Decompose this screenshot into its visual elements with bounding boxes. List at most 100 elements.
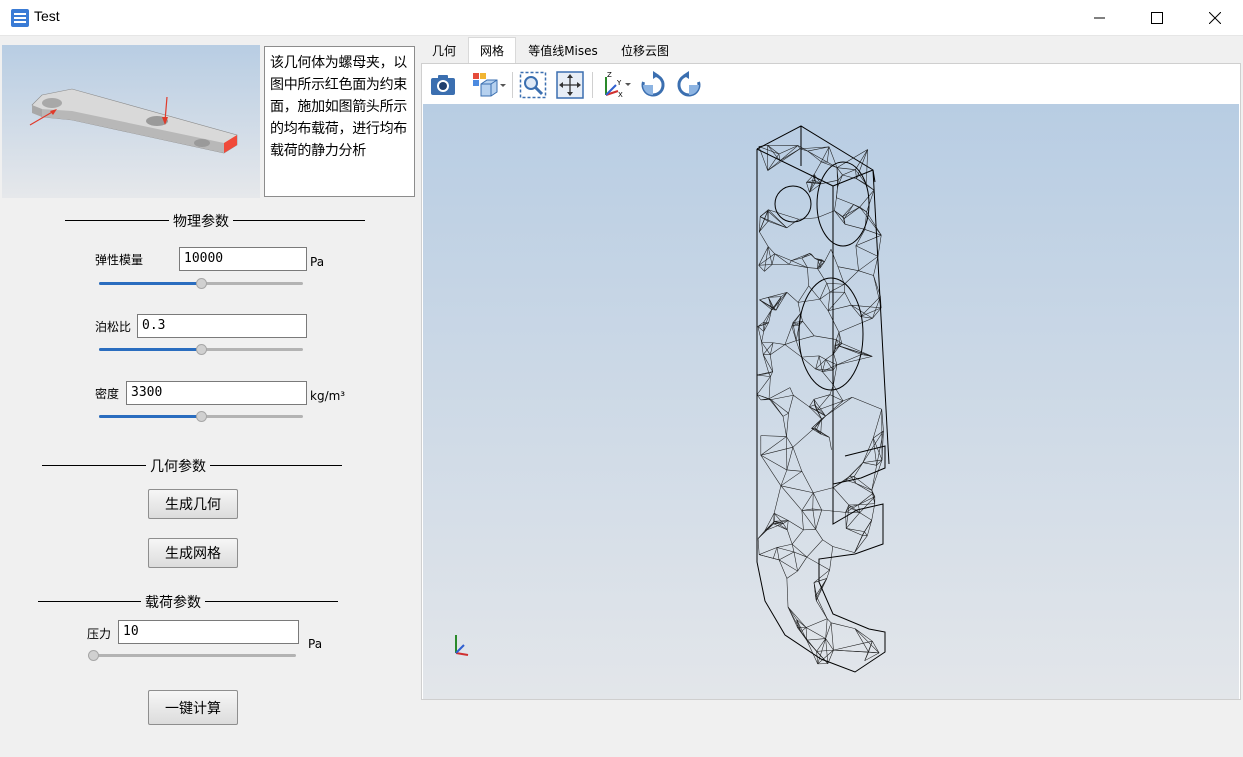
mesh-edge: [852, 397, 882, 410]
close-icon: [1209, 12, 1221, 24]
mesh-edge: [770, 399, 789, 414]
mesh-edge: [825, 638, 834, 651]
mesh-edge: [846, 528, 863, 536]
mesh-edge: [828, 304, 852, 312]
rotate-cw-button[interactable]: [638, 70, 668, 100]
mesh-edge: [805, 627, 826, 639]
youngs-modulus-slider[interactable]: [99, 278, 303, 289]
mesh-edge: [786, 578, 789, 608]
mesh-edge: [836, 197, 854, 205]
zoom-fit-button[interactable]: [518, 70, 548, 100]
mesh-edge: [776, 547, 780, 560]
mesh-edge: [793, 395, 810, 408]
mesh-edge: [836, 332, 840, 340]
mesh-edge: [864, 641, 873, 661]
mesh-edge: [821, 509, 846, 513]
mesh-edge: [760, 435, 787, 437]
mesh-edge: [815, 509, 822, 530]
mesh-edge: [831, 622, 856, 629]
slider-handle[interactable]: [196, 344, 207, 355]
mesh-edge: [773, 547, 778, 559]
mesh-edge: [808, 285, 820, 300]
mesh-edge: [791, 260, 808, 268]
camera-icon: [431, 75, 455, 95]
generate-mesh-button[interactable]: 生成网格: [148, 538, 238, 568]
tab-mesh[interactable]: 网格: [468, 37, 516, 63]
mesh-edge: [844, 292, 852, 306]
mesh-edge: [853, 462, 864, 477]
mesh-edge: [807, 150, 828, 163]
mesh-edge: [836, 167, 856, 170]
density-slider[interactable]: [99, 411, 303, 422]
mesh-edge: [761, 341, 774, 344]
rotate-ccw-button[interactable]: [674, 70, 704, 100]
mesh-edge: [858, 493, 873, 505]
tab-displacement-contour[interactable]: 位移云图: [609, 37, 681, 63]
poisson-ratio-input[interactable]: 0.3: [137, 314, 307, 338]
close-button[interactable]: [1186, 0, 1243, 36]
mesh-edge: [784, 344, 802, 358]
view-cube-button[interactable]: [470, 70, 508, 100]
pressure-slider[interactable]: [88, 650, 296, 661]
pan-button[interactable]: [555, 70, 585, 100]
app-icon: [11, 9, 29, 27]
mesh-edge: [797, 285, 809, 303]
mesh-edge: [773, 342, 786, 345]
mesh-model: [756, 125, 890, 673]
mesh-edge: [793, 551, 798, 572]
mesh-edge: [829, 546, 834, 571]
parameter-panel: 该几何体为螺母夹，以图中所示红色面为约束面，施加如图箭头所示的均布载荷，进行均布…: [0, 37, 420, 757]
mesh-edge: [789, 264, 808, 268]
generate-geometry-button[interactable]: 生成几何: [148, 489, 238, 519]
pressure-unit: Pa: [308, 637, 323, 651]
mesh-edge: [798, 298, 820, 303]
mesh-edge: [767, 221, 787, 229]
mesh-edge: [764, 513, 775, 531]
svg-text:X: X: [618, 91, 623, 99]
mesh-edge: [784, 326, 793, 345]
mesh-edge: [773, 292, 788, 309]
slider-handle[interactable]: [196, 411, 207, 422]
compute-button[interactable]: 一键计算: [148, 690, 238, 725]
maximize-button[interactable]: [1128, 0, 1186, 36]
mesh-edge: [760, 455, 782, 486]
mesh-edge: [862, 462, 877, 466]
mesh-edge: [806, 539, 823, 558]
screenshot-button[interactable]: [428, 70, 458, 100]
mesh-edge: [826, 282, 845, 285]
density-input[interactable]: 3300: [126, 381, 307, 405]
rotate-cw-icon: [641, 71, 665, 97]
mesh-edge: [806, 556, 830, 571]
mesh-edge: [877, 235, 882, 257]
mesh-edge: [778, 559, 788, 579]
youngs-modulus-input[interactable]: 10000: [179, 247, 307, 271]
mesh-edge: [836, 187, 838, 198]
3d-viewport[interactable]: [423, 104, 1239, 699]
slider-handle[interactable]: [196, 278, 207, 289]
mesh-edge: [816, 597, 828, 619]
view-toolbar: Z Y X: [422, 64, 1240, 104]
mesh-edge: [756, 376, 771, 395]
mesh-edge: [862, 459, 883, 463]
mesh-edge: [825, 638, 829, 664]
mesh-edge: [759, 231, 769, 247]
mesh-edge: [844, 270, 859, 285]
tab-mises-contour[interactable]: 等值线Mises: [518, 37, 608, 63]
mesh-edge: [844, 223, 865, 230]
mesh-edge: [803, 529, 816, 531]
mesh-edge: [801, 510, 804, 530]
mesh-edge: [778, 551, 795, 561]
rotate-ccw-icon: [677, 71, 701, 97]
mesh-edge: [822, 539, 833, 547]
tab-geometry[interactable]: 几何: [421, 37, 467, 63]
mesh-edge: [842, 174, 857, 180]
minimize-button[interactable]: [1071, 0, 1129, 36]
mesh-edge: [816, 638, 826, 652]
mesh-edge: [855, 245, 879, 257]
mesh-edge: [774, 513, 789, 521]
axes-orientation-button[interactable]: Z Y X: [598, 70, 632, 100]
poisson-ratio-slider[interactable]: [99, 344, 303, 355]
mesh-edge: [866, 211, 882, 236]
slider-handle[interactable]: [88, 650, 99, 661]
pressure-input[interactable]: 10: [118, 620, 299, 644]
